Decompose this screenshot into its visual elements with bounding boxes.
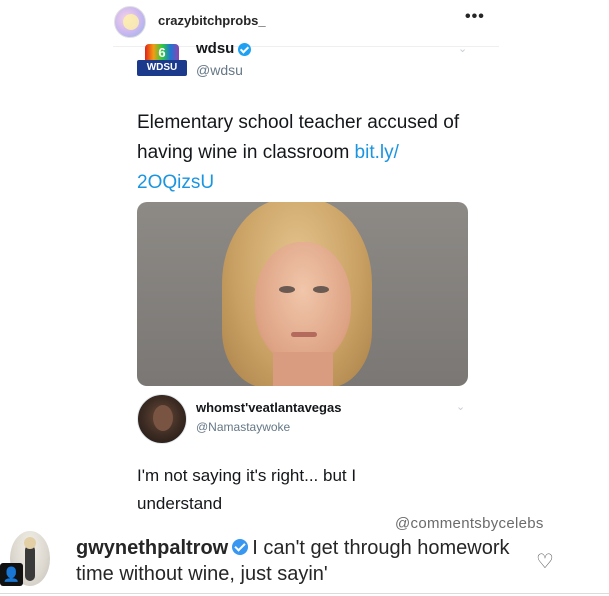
account-username[interactable]: crazybitchprobs_: [158, 13, 266, 28]
chevron-down-icon: ⌄: [458, 43, 468, 55]
bottom-divider: [0, 593, 609, 594]
tweet-text-body: Elementary school teacher accused of hav…: [137, 112, 460, 163]
tweet-text: Elementary school teacher accused of hav…: [137, 108, 477, 198]
reply-author-avatar: [137, 394, 187, 444]
tweet-photo: [137, 202, 468, 386]
reply-author-handle: @Namastaywoke: [196, 420, 291, 434]
comment: gwynethpaltrow I can't get through homewo…: [76, 535, 526, 587]
comment-username[interactable]: gwynethpaltrow: [76, 537, 228, 559]
account-avatar[interactable]: [114, 6, 146, 38]
watermark: @commentsbycelebs: [395, 515, 544, 532]
person-icon: 👤: [0, 563, 23, 586]
wdsu-logo-avatar: 6 WDSU: [137, 44, 187, 78]
post-header: crazybitchprobs_ •••: [0, 0, 609, 44]
heart-icon[interactable]: ♡: [534, 551, 556, 573]
tweet-author-handle: @wdsu: [196, 62, 243, 78]
verified-icon: [232, 538, 249, 555]
verified-icon: [238, 42, 252, 56]
reply-author-name: whomst'veatlantavegas: [196, 400, 342, 415]
channel-logo-label: WDSU: [137, 60, 187, 76]
tweet-author-name: wdsu: [196, 40, 252, 57]
chevron-down-icon: ⌄: [456, 401, 466, 413]
more-options-icon[interactable]: •••: [465, 8, 485, 26]
reply-text: I'm not saying it's right... but I under…: [137, 466, 357, 513]
